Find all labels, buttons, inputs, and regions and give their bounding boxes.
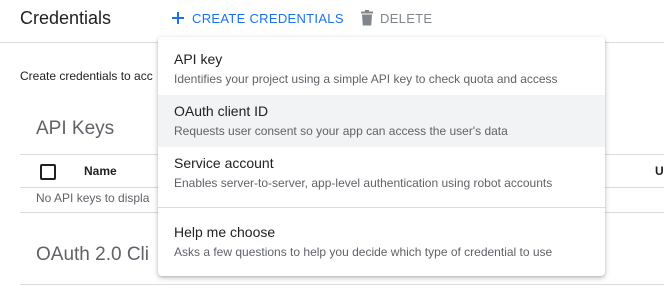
menu-item-description: Enables server-to-server, app-level auth… <box>174 176 553 190</box>
bottom-divider <box>20 284 664 285</box>
menu-item-service-account[interactable]: Service account Enables server-to-server… <box>158 147 605 199</box>
menu-item-title: API key <box>174 51 223 67</box>
menu-item-description: Identifies your project using a simple A… <box>174 72 558 86</box>
delete-label: DELETE <box>380 10 433 26</box>
menu-item-title: OAuth client ID <box>174 103 269 119</box>
menu-divider <box>158 207 605 208</box>
menu-item-oauth-client-id[interactable]: OAuth client ID Requests user consent so… <box>158 95 605 147</box>
column-header-name[interactable]: Name <box>84 164 117 178</box>
create-credentials-menu: API key Identifies your project using a … <box>158 37 605 276</box>
menu-item-description: Requests user consent so your app can ac… <box>174 124 508 138</box>
api-keys-empty-text: No API keys to displa <box>36 191 150 205</box>
menu-item-description: Asks a few questions to help you decide … <box>174 245 553 259</box>
intro-text: Create credentials to acc <box>20 69 153 83</box>
page-title: Credentials <box>20 8 112 28</box>
menu-item-title: Help me choose <box>174 224 276 240</box>
select-all-checkbox[interactable] <box>40 164 56 180</box>
column-header-u[interactable]: U <box>655 164 664 178</box>
menu-item-help-me-choose[interactable]: Help me choose Asks a few questions to h… <box>158 216 605 268</box>
plus-icon <box>170 10 186 26</box>
oauth-section-title: OAuth 2.0 Cli <box>36 244 149 265</box>
trash-icon <box>361 10 373 26</box>
create-credentials-label: CREATE CREDENTIALS <box>192 10 344 26</box>
menu-item-api-key[interactable]: API key Identifies your project using a … <box>158 43 605 95</box>
api-keys-title: API Keys <box>36 118 115 139</box>
delete-button[interactable]: DELETE <box>360 8 432 28</box>
menu-item-title: Service account <box>174 155 274 171</box>
create-credentials-button[interactable]: CREATE CREDENTIALS <box>170 8 344 28</box>
